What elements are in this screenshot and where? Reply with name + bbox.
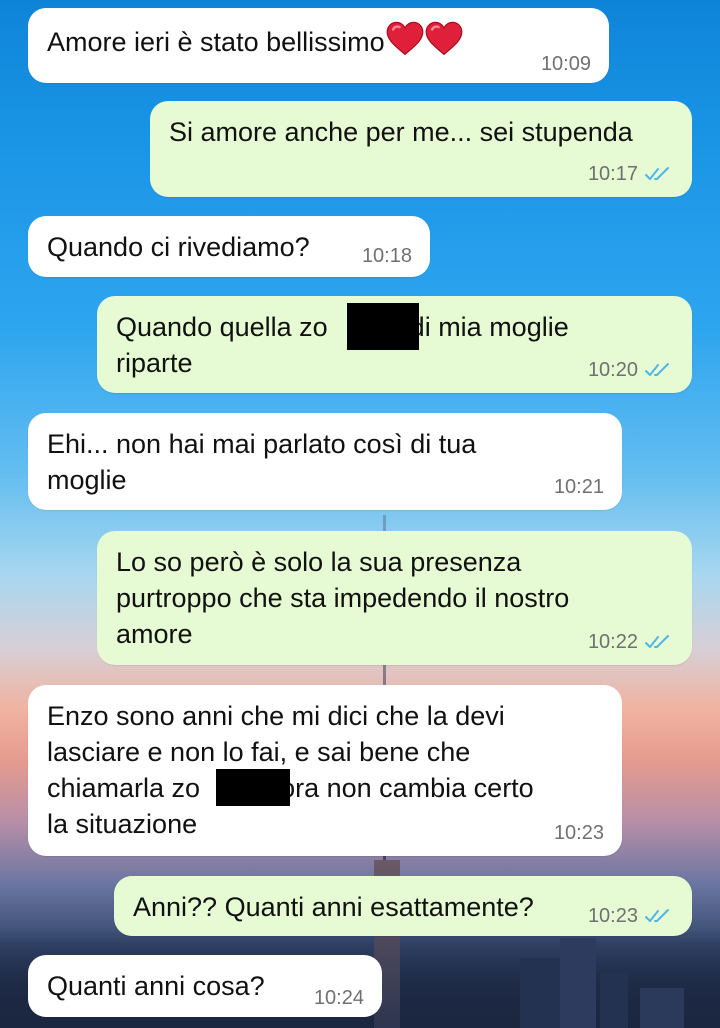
message-text-line2: lasciare e non lo fai, e sai bene che bbox=[47, 737, 471, 767]
message-meta: 10:24 bbox=[314, 987, 364, 1009]
message-outgoing[interactable]: Lo so però è solo la sua presenza purtro… bbox=[97, 531, 692, 665]
message-text: Quando ci rivediamo? bbox=[47, 232, 310, 262]
double-check-icon bbox=[645, 363, 669, 376]
message-meta: 10:23 bbox=[554, 822, 604, 844]
message-text: Ehi... non hai mai parlato così di tua m… bbox=[47, 429, 477, 495]
wallpaper-building bbox=[560, 938, 596, 1028]
red-heart-icon bbox=[425, 21, 463, 56]
message-text-line3: chiamarla zo ora non cambia certo bbox=[47, 770, 604, 806]
message-meta: 10:20 bbox=[588, 359, 674, 381]
message-meta: 10:18 bbox=[362, 245, 412, 267]
message-text-line1: Enzo sono anni che mi dici che la devi bbox=[47, 701, 505, 731]
message-meta: 10:23 bbox=[588, 905, 674, 927]
message-outgoing[interactable]: Quando quella zo di mia moglie riparte 10… bbox=[97, 296, 692, 393]
message-time: 10:09 bbox=[540, 53, 591, 75]
message-text: Amore ieri è stato bellissimo bbox=[47, 21, 591, 60]
redaction-box bbox=[216, 769, 290, 806]
message-time: 10:17 bbox=[587, 163, 638, 185]
message-text-line4: la situazione bbox=[47, 809, 198, 839]
message-incoming[interactable]: Quanti anni cosa? 10:24 bbox=[28, 955, 382, 1017]
message-meta: 10:09 bbox=[541, 53, 591, 75]
message-meta: 10:22 bbox=[588, 631, 674, 653]
message-time: 10:24 bbox=[313, 987, 364, 1009]
message-meta: 10:17 bbox=[588, 163, 674, 185]
message-meta: 10:21 bbox=[554, 476, 604, 498]
redaction-box bbox=[347, 303, 419, 350]
message-time: 10:23 bbox=[587, 905, 638, 927]
message-text-content: Amore ieri è stato bellissimo bbox=[47, 27, 385, 57]
double-check-icon bbox=[645, 635, 669, 648]
message-incoming[interactable]: Enzo sono anni che mi dici che la devi l… bbox=[28, 685, 622, 856]
message-time: 10:21 bbox=[553, 476, 604, 498]
double-check-icon bbox=[645, 167, 669, 180]
message-outgoing[interactable]: Anni?? Quanti anni esattamente? 10:23 bbox=[114, 876, 692, 936]
red-heart-icon bbox=[386, 21, 424, 56]
message-text-part1: chiamarla zo bbox=[47, 773, 201, 803]
message-text: Si amore anche per me... sei stupenda bbox=[169, 117, 633, 147]
message-outgoing[interactable]: Si amore anche per me... sei stupenda 10… bbox=[150, 101, 692, 197]
double-check-icon bbox=[645, 909, 669, 922]
message-incoming[interactable]: Quando ci rivediamo? 10:18 bbox=[28, 216, 430, 277]
message-incoming[interactable]: Amore ieri è stato bellissimo 10:09 bbox=[28, 8, 609, 83]
message-time: 10:18 bbox=[361, 245, 412, 267]
wallpaper-building bbox=[640, 988, 684, 1028]
message-text-part1: Quando quella zo bbox=[116, 312, 328, 342]
message-text-part2: ora non cambia certo bbox=[280, 773, 534, 803]
wallpaper-building bbox=[600, 973, 628, 1028]
wallpaper-building bbox=[520, 958, 560, 1028]
message-time: 10:20 bbox=[587, 359, 638, 381]
message-time: 10:23 bbox=[553, 822, 604, 844]
message-time: 10:22 bbox=[587, 631, 638, 653]
message-text-part2: di mia moglie bbox=[409, 312, 569, 342]
message-incoming[interactable]: Ehi... non hai mai parlato così di tua m… bbox=[28, 413, 622, 510]
